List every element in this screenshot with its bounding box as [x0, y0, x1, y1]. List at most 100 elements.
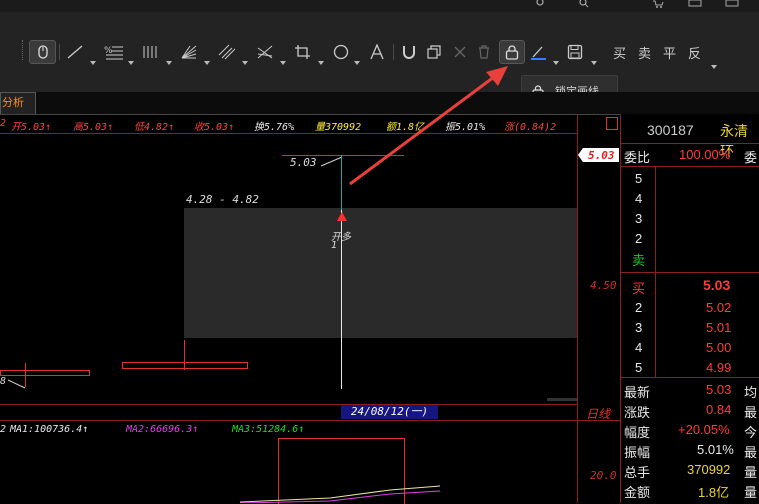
chevron-down-icon[interactable]	[711, 65, 717, 69]
panel-divider	[621, 166, 759, 167]
buy-level-5-price: 4.99	[706, 360, 732, 375]
text-tool-button[interactable]	[369, 42, 385, 62]
buy-level-3: 3	[635, 320, 643, 335]
magnet-button[interactable]	[401, 42, 417, 62]
sell-level-5: 5	[635, 171, 643, 186]
stat-pct-tail: 今	[744, 425, 758, 440]
sell-level-1-label: 卖	[632, 253, 646, 268]
ellipse-tool-button[interactable]	[332, 42, 350, 62]
toolbar-divider	[59, 44, 60, 60]
circle-icon	[333, 44, 349, 60]
lock-icon	[505, 45, 519, 60]
copy-icon	[427, 45, 441, 59]
weibi-value: 100.00%	[679, 147, 731, 162]
buy-level-2-price: 5.02	[706, 300, 732, 315]
tab-analysis[interactable]: 分析	[0, 92, 36, 114]
clear-all-button[interactable]	[476, 42, 492, 62]
chart-scrollbar[interactable]	[547, 398, 577, 401]
channel-tool-button[interactable]	[218, 42, 236, 62]
ma-fragment: 2	[0, 424, 7, 435]
user-icon[interactable]	[534, 0, 546, 8]
vertical-lines-icon	[143, 46, 157, 58]
stat-pct-label: 幅度	[624, 425, 651, 440]
copy-drawing-button[interactable]	[426, 42, 442, 62]
reverse-position-button[interactable]: 反	[688, 43, 701, 62]
buy-level-2: 2	[635, 300, 643, 315]
close-position-button[interactable]: 平	[663, 43, 676, 62]
quote-fragment: 2	[0, 118, 7, 129]
stock-code: 300187	[647, 122, 694, 138]
chevron-down-icon[interactable]	[318, 61, 324, 65]
stat-amount-value: 1.8亿	[698, 485, 730, 500]
buy-level-4: 4	[635, 340, 643, 355]
candle-body	[122, 362, 248, 369]
price-axis-border	[577, 114, 578, 503]
fan-tool-button[interactable]	[180, 42, 198, 62]
price-range-label: 4.28 - 4.82	[186, 193, 259, 206]
chevron-down-icon[interactable]	[242, 61, 248, 65]
ma1-label: MA1:100736.4↑	[10, 424, 89, 435]
sell-button[interactable]: 卖	[638, 43, 651, 62]
sell-level-4: 4	[635, 191, 643, 206]
open-long-marker-icon	[337, 212, 347, 221]
toolbar-grip[interactable]	[22, 40, 25, 60]
cross-lines-icon	[257, 45, 273, 59]
message-icon[interactable]	[688, 0, 704, 8]
stat-change-label: 涨跌	[624, 405, 651, 420]
stat-latest-tail: 均	[744, 385, 758, 400]
buy-level-5: 5	[635, 360, 643, 375]
quote-close: 收5.03↑	[194, 122, 235, 133]
low-price-pointer	[7, 379, 26, 389]
chevron-down-icon[interactable]	[90, 61, 96, 65]
annotation-arrow	[349, 66, 508, 186]
stat-volume-tail: 量	[744, 465, 758, 480]
save-template-button[interactable]	[567, 42, 583, 62]
price-label-fragment: 8	[0, 376, 7, 387]
delete-drawing-button[interactable]	[452, 42, 468, 62]
ma-curves	[240, 485, 441, 503]
save-icon	[567, 44, 583, 60]
fan-lines-icon	[181, 45, 197, 59]
period-lines-button[interactable]	[142, 42, 160, 62]
stat-amount-label: 金额	[624, 485, 651, 500]
pen-color-icon	[531, 46, 546, 60]
axis-settings-button[interactable]	[606, 117, 618, 130]
window-icon[interactable]	[725, 0, 741, 8]
stat-volume-label: 总手	[624, 465, 651, 480]
sell-level-3: 3	[635, 211, 643, 226]
chevron-down-icon[interactable]	[280, 61, 286, 65]
chart-divider	[0, 404, 577, 405]
cart-icon[interactable]	[652, 0, 664, 8]
weicha-label: 委	[744, 150, 758, 165]
price-range-box[interactable]	[184, 208, 577, 338]
search-icon[interactable]	[578, 0, 590, 8]
text-a-icon	[370, 44, 384, 60]
buy-level-3-price: 5.01	[706, 320, 732, 335]
line-tool-button[interactable]	[66, 42, 84, 62]
chevron-down-icon[interactable]	[553, 61, 559, 65]
cross-line-tool-button[interactable]	[256, 42, 274, 62]
buy-level-4-price: 5.00	[706, 340, 732, 355]
chevron-down-icon[interactable]	[591, 61, 597, 65]
magnet-icon	[403, 46, 415, 59]
signal-count: 1	[331, 240, 338, 251]
buy-button[interactable]: 买	[613, 43, 626, 62]
chevron-down-icon[interactable]	[128, 61, 134, 65]
stat-amplitude-tail: 最	[744, 445, 758, 460]
candle-wick	[184, 340, 185, 370]
buy-level-1-label: 买	[632, 281, 646, 296]
mouse-pointer-button[interactable]	[29, 40, 56, 64]
high-price-label: 5.03	[290, 156, 317, 169]
rectangle-tool-button[interactable]	[294, 42, 312, 62]
stat-amplitude-label: 振幅	[624, 445, 651, 460]
line-color-button[interactable]	[530, 42, 548, 62]
quote-open: 开5.03↑	[11, 122, 52, 133]
fib-tool-button[interactable]: %	[104, 42, 124, 62]
chevron-down-icon[interactable]	[166, 61, 172, 65]
current-price-tag-value: 5.03	[588, 149, 615, 162]
chevron-down-icon[interactable]	[204, 61, 210, 65]
fibonacci-icon: %	[104, 46, 123, 60]
buy-level-1-price: 5.03	[703, 277, 731, 293]
period-label[interactable]: 日线	[586, 405, 610, 422]
mouse-icon	[37, 45, 48, 59]
